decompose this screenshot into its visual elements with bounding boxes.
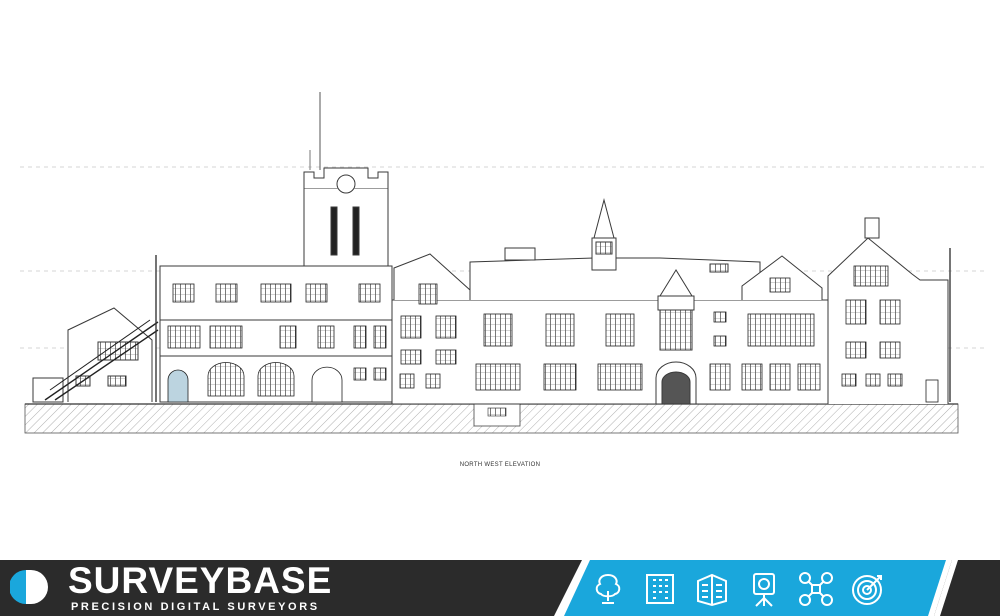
drawing-caption: NORTH WEST ELEVATION (459, 462, 541, 468)
tree-icon (595, 573, 621, 604)
laser-scanner-icon (753, 573, 775, 607)
building-3d-icon (697, 573, 727, 607)
brand-tagline: PRECISION DIGITAL SURVEYORS (71, 601, 320, 613)
target-icon (852, 575, 882, 605)
elevation-drawing (20, 92, 985, 434)
clock-tower (303, 187, 389, 269)
brand-name: SURVEYBASE (68, 560, 333, 601)
drone-icon (799, 572, 833, 606)
surveybase-logo-icon (10, 570, 48, 604)
building-facade-icon (646, 574, 674, 604)
